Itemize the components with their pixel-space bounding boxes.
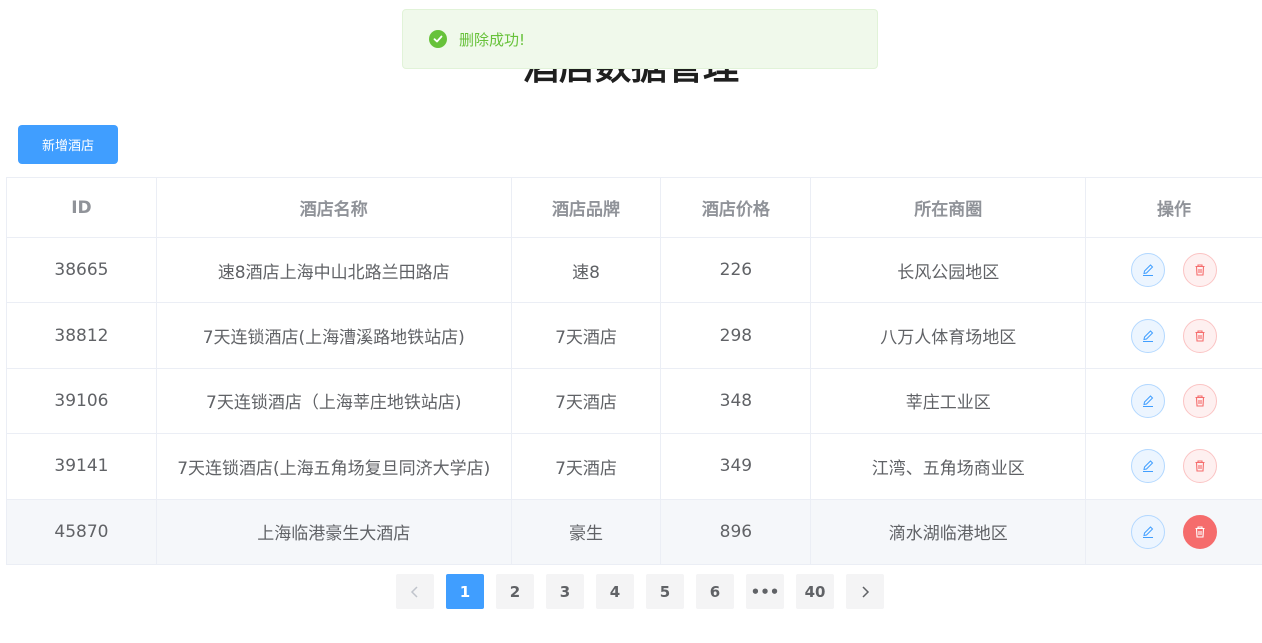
cell-price: 349: [661, 434, 812, 500]
chevron-left-icon: [410, 585, 418, 598]
cell-business: 八万人体育场地区: [811, 303, 1087, 369]
table-row: 45870 上海临港豪生大酒店 豪生 896 滴水湖临港地区: [7, 499, 1262, 565]
cell-id: 39141: [7, 434, 157, 500]
table-row: 38812 7天连锁酒店(上海漕溪路地铁站店) 7天酒店 298 八万人体育场地…: [7, 303, 1262, 369]
edit-icon: [1143, 264, 1154, 277]
cell-actions: [1086, 238, 1262, 304]
cell-brand: 豪生: [511, 499, 662, 565]
table-row: 39141 7天连锁酒店(上海五角场复旦同济大学店) 7天酒店 349 江湾、五…: [7, 434, 1262, 500]
cell-business: 莘庄工业区: [811, 368, 1087, 435]
edit-icon: [1143, 329, 1154, 342]
cell-actions: [1086, 499, 1262, 565]
edit-button[interactable]: [1131, 253, 1166, 288]
page-button[interactable]: 40: [796, 574, 834, 609]
edit-button[interactable]: [1131, 318, 1166, 353]
cell-business: 滴水湖临港地区: [811, 499, 1087, 565]
edit-icon: [1143, 526, 1154, 538]
page-button[interactable]: 2: [496, 574, 534, 609]
cell-brand: 7天酒店: [511, 368, 662, 435]
edit-button[interactable]: [1131, 449, 1166, 484]
delete-button[interactable]: [1183, 514, 1218, 549]
cell-id: 39106: [7, 368, 157, 435]
delete-button[interactable]: [1183, 253, 1218, 288]
cell-price: 226: [661, 238, 812, 304]
trash-icon: [1195, 460, 1205, 472]
column-header-price: 酒店价格: [661, 178, 812, 238]
column-header-actions: 操作: [1086, 178, 1262, 238]
cell-brand: 7天酒店: [511, 303, 662, 369]
edit-button[interactable]: [1131, 514, 1166, 549]
cell-price: 348: [661, 368, 812, 435]
cell-actions: [1086, 434, 1262, 500]
cell-actions: [1086, 303, 1262, 369]
cell-brand: 7天酒店: [511, 434, 662, 500]
cell-name: 7天连锁酒店(上海漕溪路地铁站店): [156, 303, 512, 369]
cell-id: 45870: [7, 499, 157, 565]
column-header-name: 酒店名称: [156, 178, 512, 238]
pagination: 1 2 3 4 5 6 ••• 40: [396, 574, 896, 609]
page-button[interactable]: 6: [696, 574, 734, 609]
cell-name: 速8酒店上海中山北路兰田路店: [156, 238, 512, 304]
prev-page-button[interactable]: [396, 574, 434, 609]
column-header-brand: 酒店品牌: [511, 178, 662, 238]
edit-icon: [1143, 460, 1154, 473]
chevron-right-icon: [862, 585, 870, 598]
table-row: 38665 速8酒店上海中山北路兰田路店 速8 226 长风公园地区: [7, 238, 1262, 304]
trash-icon: [1195, 330, 1205, 342]
cell-business: 江湾、五角场商业区: [811, 434, 1087, 500]
cell-name: 7天连锁酒店(上海五角场复旦同济大学店): [156, 434, 512, 500]
trash-icon: [1195, 395, 1205, 407]
page-button[interactable]: 3: [546, 574, 584, 609]
page-button[interactable]: 1: [446, 574, 484, 609]
delete-button[interactable]: [1183, 318, 1218, 353]
cell-id: 38812: [7, 303, 157, 369]
page-button[interactable]: 4: [596, 574, 634, 609]
cell-brand: 速8: [511, 238, 662, 304]
next-page-button[interactable]: [846, 574, 884, 609]
page-button[interactable]: 5: [646, 574, 684, 609]
cell-price: 298: [661, 303, 812, 369]
trash-icon: [1195, 526, 1205, 538]
cell-business: 长风公园地区: [811, 238, 1087, 304]
toast-message: 删除成功!: [459, 30, 526, 49]
page-root: 酒店数据管理 删除成功! 新增酒店 ID 酒店名称 酒店品牌 酒店价格 所在商圈…: [0, 0, 1262, 643]
more-pages-button[interactable]: •••: [746, 574, 784, 609]
column-header-business: 所在商圈: [811, 178, 1087, 238]
hotel-table: ID 酒店名称 酒店品牌 酒店价格 所在商圈 操作 38665 速8酒店上海中山…: [6, 177, 1262, 565]
check-circle-icon: [429, 30, 447, 48]
cell-price: 896: [661, 499, 812, 565]
cell-name: 7天连锁酒店（上海莘庄地铁站店): [156, 368, 512, 435]
table-row: 39106 7天连锁酒店（上海莘庄地铁站店) 7天酒店 348 莘庄工业区: [7, 368, 1262, 435]
table-body: 38665 速8酒店上海中山北路兰田路店 速8 226 长风公园地区 38812…: [7, 238, 1262, 565]
table-header: ID 酒店名称 酒店品牌 酒店价格 所在商圈 操作: [7, 178, 1262, 238]
trash-icon: [1195, 264, 1205, 276]
cell-id: 38665: [7, 238, 157, 304]
cell-actions: [1086, 369, 1262, 435]
cell-name: 上海临港豪生大酒店: [156, 499, 512, 565]
header-row: ID 酒店名称 酒店品牌 酒店价格 所在商圈 操作: [7, 178, 1262, 238]
edit-button[interactable]: [1131, 383, 1166, 418]
edit-icon: [1143, 395, 1154, 407]
delete-button[interactable]: [1183, 449, 1218, 484]
column-header-id: ID: [7, 178, 157, 238]
add-hotel-button[interactable]: 新增酒店: [18, 125, 118, 164]
success-toast: 删除成功!: [402, 9, 878, 69]
delete-button[interactable]: [1183, 383, 1218, 418]
